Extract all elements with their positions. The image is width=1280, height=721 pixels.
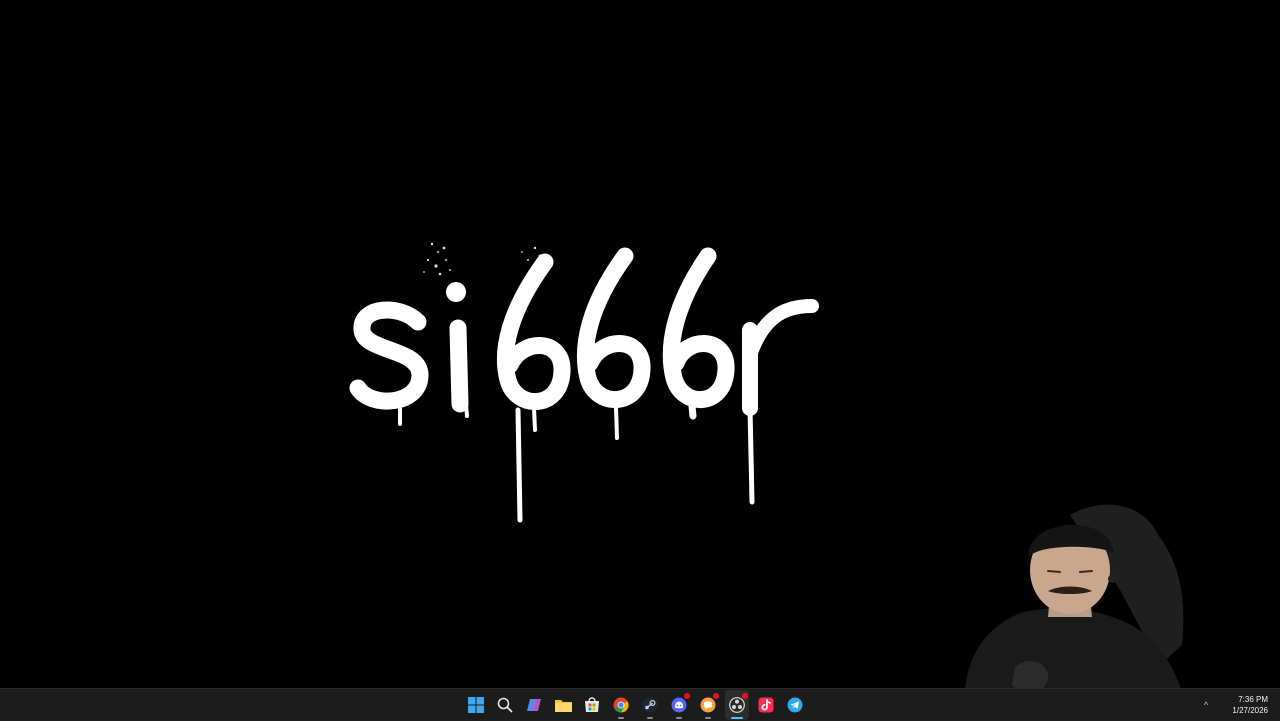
chevron-up-icon[interactable]: ^ xyxy=(1198,690,1214,720)
desktop xyxy=(0,0,1280,688)
steam-icon xyxy=(642,697,658,713)
taskbar: ^ 7:36 PM 1/27/2026 xyxy=(0,688,1280,721)
running-indicator xyxy=(676,717,682,719)
clock[interactable]: 7:36 PM 1/27/2026 xyxy=(1218,694,1268,716)
telegram-button[interactable] xyxy=(783,690,807,720)
running-indicator xyxy=(731,717,743,719)
clock-time: 7:36 PM xyxy=(1238,695,1268,704)
notification-badge xyxy=(742,693,748,699)
chrome-button[interactable] xyxy=(609,690,633,720)
running-indicator xyxy=(647,717,653,719)
search-icon xyxy=(497,697,513,713)
system-tray: ^ 7:36 PM 1/27/2026 xyxy=(1198,689,1280,721)
running-indicator xyxy=(618,717,624,719)
store-icon xyxy=(585,697,599,712)
obs-icon xyxy=(729,697,745,713)
chat-bubble-icon xyxy=(700,697,716,713)
running-indicator xyxy=(705,717,711,719)
copilot-icon xyxy=(527,699,541,711)
chrome-icon xyxy=(613,697,629,713)
wallpaper-logo xyxy=(349,242,819,523)
tiktok-icon xyxy=(758,697,774,713)
file-explorer-button[interactable] xyxy=(551,690,575,720)
copilot-button[interactable] xyxy=(522,690,546,720)
microsoft-store-button[interactable] xyxy=(580,690,604,720)
taskbar-apps xyxy=(464,689,807,721)
steam-button[interactable] xyxy=(638,690,662,720)
windows-start-icon xyxy=(468,697,484,713)
search-button[interactable] xyxy=(493,690,517,720)
messenger-button[interactable] xyxy=(696,690,720,720)
notification-badge xyxy=(684,693,690,699)
notification-badge xyxy=(713,693,719,699)
obs-studio-button[interactable] xyxy=(725,690,749,720)
telegram-icon xyxy=(787,697,803,713)
webcam-overlay xyxy=(965,504,1184,688)
discord-button[interactable] xyxy=(667,690,691,720)
discord-icon xyxy=(671,697,687,713)
clock-date: 1/27/2026 xyxy=(1232,706,1268,715)
tiktok-live-button[interactable] xyxy=(754,690,778,720)
start-button[interactable] xyxy=(464,690,488,720)
folder-icon xyxy=(554,699,572,712)
